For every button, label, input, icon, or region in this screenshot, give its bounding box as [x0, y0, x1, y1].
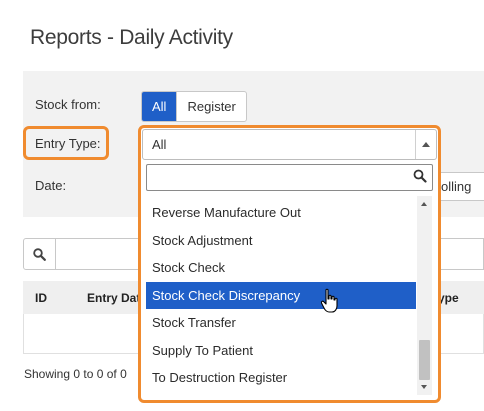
stock-from-toggle: All Register [141, 91, 247, 122]
chevron-up-icon [422, 142, 430, 147]
dropdown-option-highlighted[interactable]: Stock Check Discrepancy [146, 281, 416, 309]
date-label: Date: [35, 178, 67, 193]
stock-from-all-button[interactable]: All [142, 92, 177, 121]
dropdown-options-list: Reverse Manufacture Out Stock Adjustment… [146, 199, 416, 397]
stock-from-label: Stock from: [35, 97, 101, 112]
page-title: Reports - Daily Activity [30, 26, 233, 49]
search-icon [413, 169, 427, 188]
column-header-type[interactable]: ype [438, 291, 459, 305]
grid-search-button[interactable] [23, 238, 56, 270]
scrollbar-thumb[interactable] [419, 340, 430, 380]
dropdown-option[interactable]: Stock Check [146, 254, 416, 282]
hand-cursor-icon [320, 288, 340, 319]
dropdown-option[interactable]: Stock Transfer [146, 309, 416, 337]
entry-type-select[interactable]: All [142, 129, 437, 160]
dropdown-option[interactable]: Reverse Manufacture Out [146, 199, 416, 227]
search-icon [33, 247, 46, 261]
select-separator [415, 130, 416, 159]
dropdown-option[interactable]: Supply To Patient [146, 337, 416, 365]
stock-from-register-button[interactable]: Register [176, 92, 245, 121]
entry-type-selected-value: All [152, 137, 167, 152]
dropdown-option[interactable]: Stock Adjustment [146, 227, 416, 255]
dropdown-option[interactable]: To Destruction Register [146, 364, 416, 392]
grid-footer-info: Showing 0 to 0 of 0 [24, 367, 127, 381]
entry-type-label: Entry Type: [35, 136, 101, 151]
dropdown-scrollbar[interactable] [417, 196, 432, 395]
dropdown-search-input[interactable] [146, 164, 433, 191]
column-header-id[interactable]: ID [35, 291, 47, 305]
scroll-up-arrow-icon[interactable] [421, 202, 427, 206]
scroll-down-arrow-icon[interactable] [421, 385, 427, 389]
